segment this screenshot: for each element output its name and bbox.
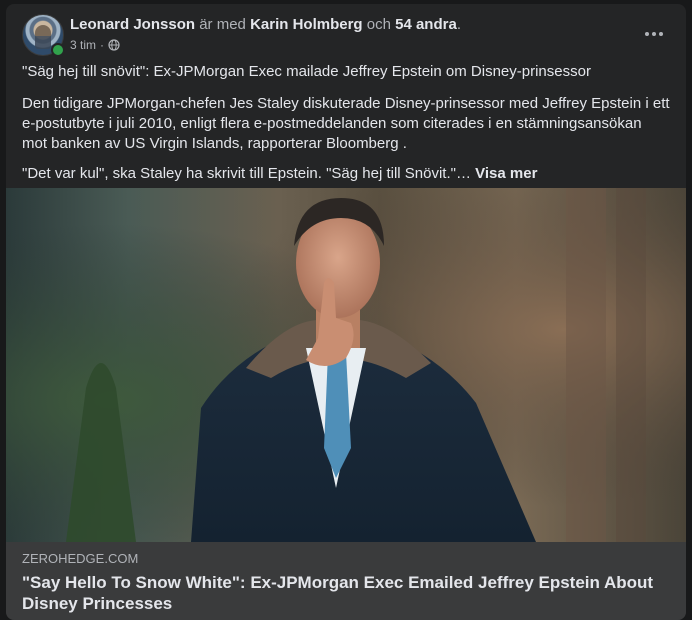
- more-options-icon[interactable]: [638, 22, 670, 46]
- link-preview-footer[interactable]: ZEROHEDGE.COM "Say Hello To Snow White":…: [6, 542, 686, 620]
- avatar-image: [35, 25, 51, 49]
- tagged-others[interactable]: 54 andra: [395, 16, 457, 33]
- post-text: "Säg hej till snövit": Ex-JPMorgan Exec …: [22, 62, 670, 194]
- post-headline: "Säg hej till snövit": Ex-JPMorgan Exec …: [22, 63, 591, 80]
- post-header: Leonard Jonsson är med Karin Holmberg oc…: [22, 14, 670, 58]
- with-text: är med: [199, 16, 246, 33]
- meta-separator: ·: [100, 38, 105, 52]
- title-period: .: [456, 16, 461, 33]
- post-title-line: Leonard Jonsson är med Karin Holmberg oc…: [70, 15, 461, 35]
- globe-icon[interactable]: [108, 39, 120, 51]
- post-timestamp[interactable]: 3 tim: [70, 37, 96, 53]
- link-domain: ZEROHEDGE.COM: [22, 551, 139, 566]
- author-name[interactable]: Leonard Jonsson: [70, 16, 195, 33]
- post-quote-paragraph: "Det var kul", ska Staley ha skrivit til…: [22, 164, 670, 184]
- photo-illustration: [6, 188, 686, 542]
- online-status-dot: [51, 43, 65, 57]
- link-preview-image[interactable]: [6, 188, 686, 542]
- post-card: Leonard Jonsson är med Karin Holmberg oc…: [6, 4, 686, 620]
- and-text: och: [366, 16, 391, 33]
- post-quote: "Det var kul", ska Staley ha skrivit til…: [22, 165, 476, 182]
- post-meta: 3 tim ·: [70, 37, 120, 53]
- see-more-link[interactable]: Visa mer: [475, 165, 537, 182]
- tagged-person[interactable]: Karin Holmberg: [250, 16, 363, 33]
- link-title[interactable]: "Say Hello To Snow White": Ex-JPMorgan E…: [22, 572, 670, 614]
- post-body: Den tidigare JPMorgan-chefen Jes Staley …: [22, 95, 670, 152]
